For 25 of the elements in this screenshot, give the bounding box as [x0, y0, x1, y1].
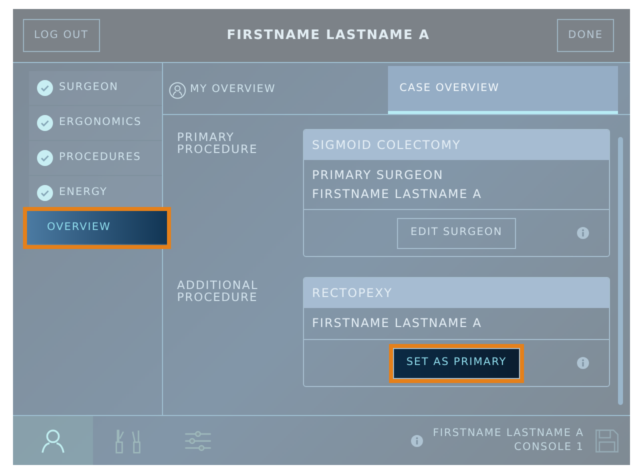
scrollbar[interactable] [618, 137, 623, 405]
procedure-label: ADDITIONAL PROCEDURE [177, 277, 260, 306]
person-icon [169, 82, 186, 98]
user-title: FIRSTNAME LASTNAME A [226, 26, 431, 45]
console-label: CONSOLE 1 [513, 440, 584, 454]
done-button[interactable]: DONE [557, 19, 614, 52]
sidebar-item[interactable]: PROCEDURES [29, 141, 162, 176]
sidebar-item[interactable]: ERGONOMICS [29, 106, 162, 141]
detail-text: FIRSTNAME LASTNAME A [312, 186, 483, 203]
logout-button[interactable]: LOG OUT [23, 19, 100, 52]
detail-text: FIRSTNAME LASTNAME A [312, 315, 483, 332]
detail-text: PRIMARY SURGEON [312, 167, 444, 184]
info-icon [410, 434, 423, 446]
tool-button[interactable] [13, 416, 93, 465]
action-button[interactable]: EDIT SURGEON [397, 218, 516, 249]
tab[interactable]: MY OVERVIEW [163, 66, 388, 114]
sidebar-item[interactable]: SURGEON [29, 71, 162, 106]
procedure-name: RECTOPEXY [304, 278, 609, 308]
procedure-label: PRIMARY PROCEDURE [177, 129, 259, 158]
save-icon [594, 428, 620, 454]
user-name: FIRSTNAME LASTNAME A [432, 426, 584, 440]
info-icon [577, 357, 589, 370]
procedure-name: SIGMOID COLECTOMY [304, 130, 609, 160]
tab[interactable]: CASE OVERVIEW [388, 66, 618, 114]
info-icon [577, 227, 589, 240]
